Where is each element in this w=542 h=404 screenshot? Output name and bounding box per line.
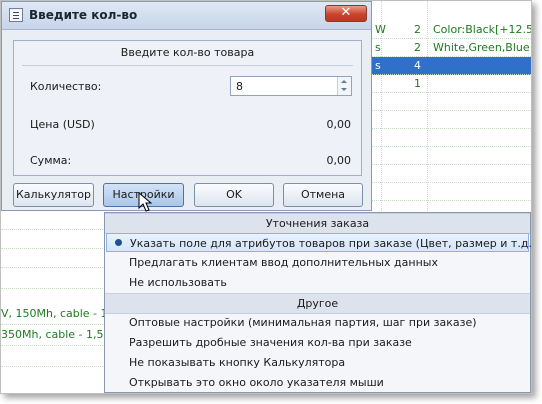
table-row-empty — [371, 183, 531, 201]
mouse-pointer-icon — [138, 192, 153, 212]
application-window: W 2 Color:Black[+12.5],Wh s 2 White,Gree… — [0, 0, 532, 394]
quantity-input[interactable]: 8 — [230, 76, 352, 96]
grid-divider — [1, 248, 111, 249]
window-menu-icon[interactable] — [9, 8, 23, 22]
menu-item-wholesale-settings[interactable]: Оптовые настройки (минимальная партия, ш… — [106, 313, 529, 332]
row-edge-mark: s — [375, 41, 381, 54]
radio-selected-icon — [115, 239, 122, 246]
settings-popup-menu: Уточнения заказа Указать поле для атрибу… — [104, 212, 531, 393]
quantity-label: Количество: — [30, 80, 102, 93]
quantity-spinner[interactable] — [337, 77, 351, 95]
panel-divider — [22, 65, 353, 66]
table-row[interactable]: 1 — [371, 75, 531, 93]
table-row-empty — [371, 111, 531, 129]
menu-item-label: Разрешить дробные значения кол-ва при за… — [129, 336, 412, 349]
close-button[interactable]: ✕ — [325, 5, 367, 22]
row-qty: 4 — [414, 59, 421, 72]
menu-item-label: Оптовые настройки (минимальная партия, ш… — [129, 316, 477, 329]
table-row[interactable]: W 2 Color:Black[+12.5],Wh — [371, 21, 531, 39]
row-attributes — [433, 75, 531, 92]
menu-item-label: Открывать это окно около указателя мыши — [129, 376, 384, 389]
table-row-empty — [371, 165, 531, 183]
ok-button[interactable]: OK — [194, 183, 274, 207]
menu-item-do-not-use[interactable]: Не использовать — [106, 273, 529, 292]
grid-divider — [1, 345, 111, 346]
menu-section-other-header: Другое — [105, 293, 530, 314]
grid-divider — [1, 267, 111, 268]
spin-up-icon[interactable] — [341, 80, 347, 83]
grid-divider — [1, 229, 111, 230]
cancel-button[interactable]: Отмена — [283, 183, 363, 207]
calculator-button[interactable]: Калькулятор — [13, 183, 94, 207]
quantity-value: 8 — [236, 80, 243, 93]
row-qty: 2 — [414, 41, 421, 54]
menu-section-order-header: Уточнения заказа — [105, 213, 530, 234]
price-value: 0,00 — [326, 118, 352, 131]
menu-item-attribute-field[interactable]: Указать поле для атрибутов товаров при з… — [106, 233, 532, 252]
panel-title: Введите кол-во товара — [120, 46, 255, 59]
product-row-fragment[interactable]: V, 150Мh, cable - 1,5M — [1, 305, 111, 322]
row-attributes — [433, 57, 531, 74]
dialog-title: Введите кол-во — [29, 8, 138, 22]
row-attributes: White,Green,Blue — [433, 41, 530, 54]
spin-down-icon[interactable] — [341, 88, 347, 91]
quantity-dialog: Введите кол-во ✕ Введите кол-во товара К… — [1, 1, 372, 211]
menu-item-open-near-cursor[interactable]: Открывать это окно около указателя мыши — [106, 373, 529, 392]
quantity-panel: Введите кол-во товара Количество: 8 Цена… — [13, 40, 362, 176]
menu-item-label: Предлагать клиентам ввод дополнительных … — [129, 256, 438, 269]
close-icon: ✕ — [340, 5, 352, 20]
menu-item-label: Не использовать — [129, 276, 227, 289]
table-row-selected[interactable]: s 4 — [371, 57, 531, 75]
table-row-empty — [371, 147, 531, 165]
sum-value: 0,00 — [326, 154, 352, 167]
price-label: Цена (USD) — [30, 118, 95, 131]
row-qty: 1 — [414, 77, 421, 90]
row-edge-mark: s — [375, 59, 381, 72]
product-row-fragment[interactable]: 350Мh, cable - 1,5M, m — [1, 326, 111, 343]
grid-divider — [1, 366, 111, 367]
table-row-empty — [371, 93, 531, 111]
menu-item-hide-calculator[interactable]: Не показывать кнопку Калькулятора — [106, 353, 529, 372]
sum-label: Сумма: — [30, 154, 72, 167]
menu-item-extra-data[interactable]: Предлагать клиентам ввод дополнительных … — [106, 253, 529, 272]
row-qty: 2 — [414, 23, 421, 36]
table-row[interactable]: s 2 White,Green,Blue — [371, 39, 531, 57]
row-attributes: Color:Black[+12.5],Wh — [433, 23, 531, 36]
grid-divider — [1, 324, 111, 325]
dialog-titlebar[interactable]: Введите кол-во ✕ — [2, 2, 371, 30]
menu-item-fractional-qty[interactable]: Разрешить дробные значения кол-ва при за… — [106, 333, 529, 352]
table-row-empty — [371, 129, 531, 147]
menu-item-label: Не показывать кнопку Калькулятора — [129, 356, 346, 369]
grid-divider — [1, 288, 111, 289]
menu-item-label: Указать поле для атрибутов товаров при з… — [130, 237, 532, 250]
